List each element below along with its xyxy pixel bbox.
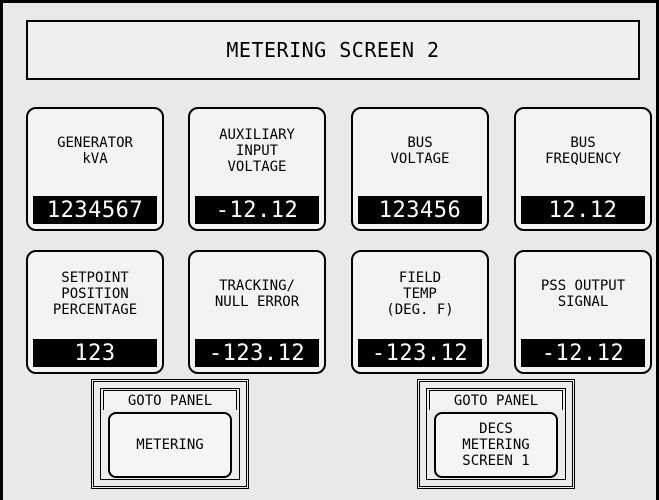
field-temp-tile[interactable]: FIELD TEMP (DEG. F) -123.12 (351, 250, 489, 374)
tile-label: BUS FREQUENCY (545, 135, 621, 167)
tile-label: GENERATOR kVA (57, 135, 133, 167)
tile-value: 123456 (358, 196, 482, 224)
goto-panel-metering-button[interactable]: GOTO PANEL METERING (91, 379, 249, 489)
goto-panel-label: DECS METERING SCREEN 1 (434, 412, 558, 478)
goto-panel-header: GOTO PANEL (103, 390, 237, 410)
tile-value: -123.12 (195, 339, 319, 367)
tile-value: -123.12 (358, 339, 482, 367)
tile-value: 1234567 (33, 196, 157, 224)
goto-panel-decs-metering-screen-1-button[interactable]: GOTO PANEL DECS METERING SCREEN 1 (417, 379, 575, 489)
tile-label: PSS OUTPUT SIGNAL (540, 278, 626, 310)
tracking-null-error-tile[interactable]: TRACKING/ NULL ERROR -123.12 (188, 250, 326, 374)
auxiliary-input-voltage-tile[interactable]: AUXILIARY INPUT VOLTAGE -12.12 (188, 107, 326, 231)
goto-panel-label: METERING (108, 412, 232, 478)
screen-title: METERING SCREEN 2 (26, 20, 640, 80)
setpoint-position-percentage-tile[interactable]: SETPOINT POSITION PERCENTAGE 123 (26, 250, 164, 374)
tile-value: 12.12 (521, 196, 645, 224)
tile-value: -12.12 (521, 339, 645, 367)
metering-screen: METERING SCREEN 2 GENERATOR kVA 1234567 … (0, 0, 659, 500)
goto-panel-header: GOTO PANEL (429, 390, 563, 410)
tile-label: BUS VOLTAGE (390, 135, 450, 167)
tile-value: -12.12 (195, 196, 319, 224)
tile-label: FIELD TEMP (DEG. F) (386, 270, 454, 318)
pss-output-signal-tile[interactable]: PSS OUTPUT SIGNAL -12.12 (514, 250, 652, 374)
tile-label: TRACKING/ NULL ERROR (214, 278, 300, 310)
bus-voltage-tile[interactable]: BUS VOLTAGE 123456 (351, 107, 489, 231)
tile-label: SETPOINT POSITION PERCENTAGE (52, 270, 138, 318)
generator-kva-tile[interactable]: GENERATOR kVA 1234567 (26, 107, 164, 231)
tile-label: AUXILIARY INPUT VOLTAGE (219, 127, 295, 175)
tile-value: 123 (33, 339, 157, 367)
bus-frequency-tile[interactable]: BUS FREQUENCY 12.12 (514, 107, 652, 231)
